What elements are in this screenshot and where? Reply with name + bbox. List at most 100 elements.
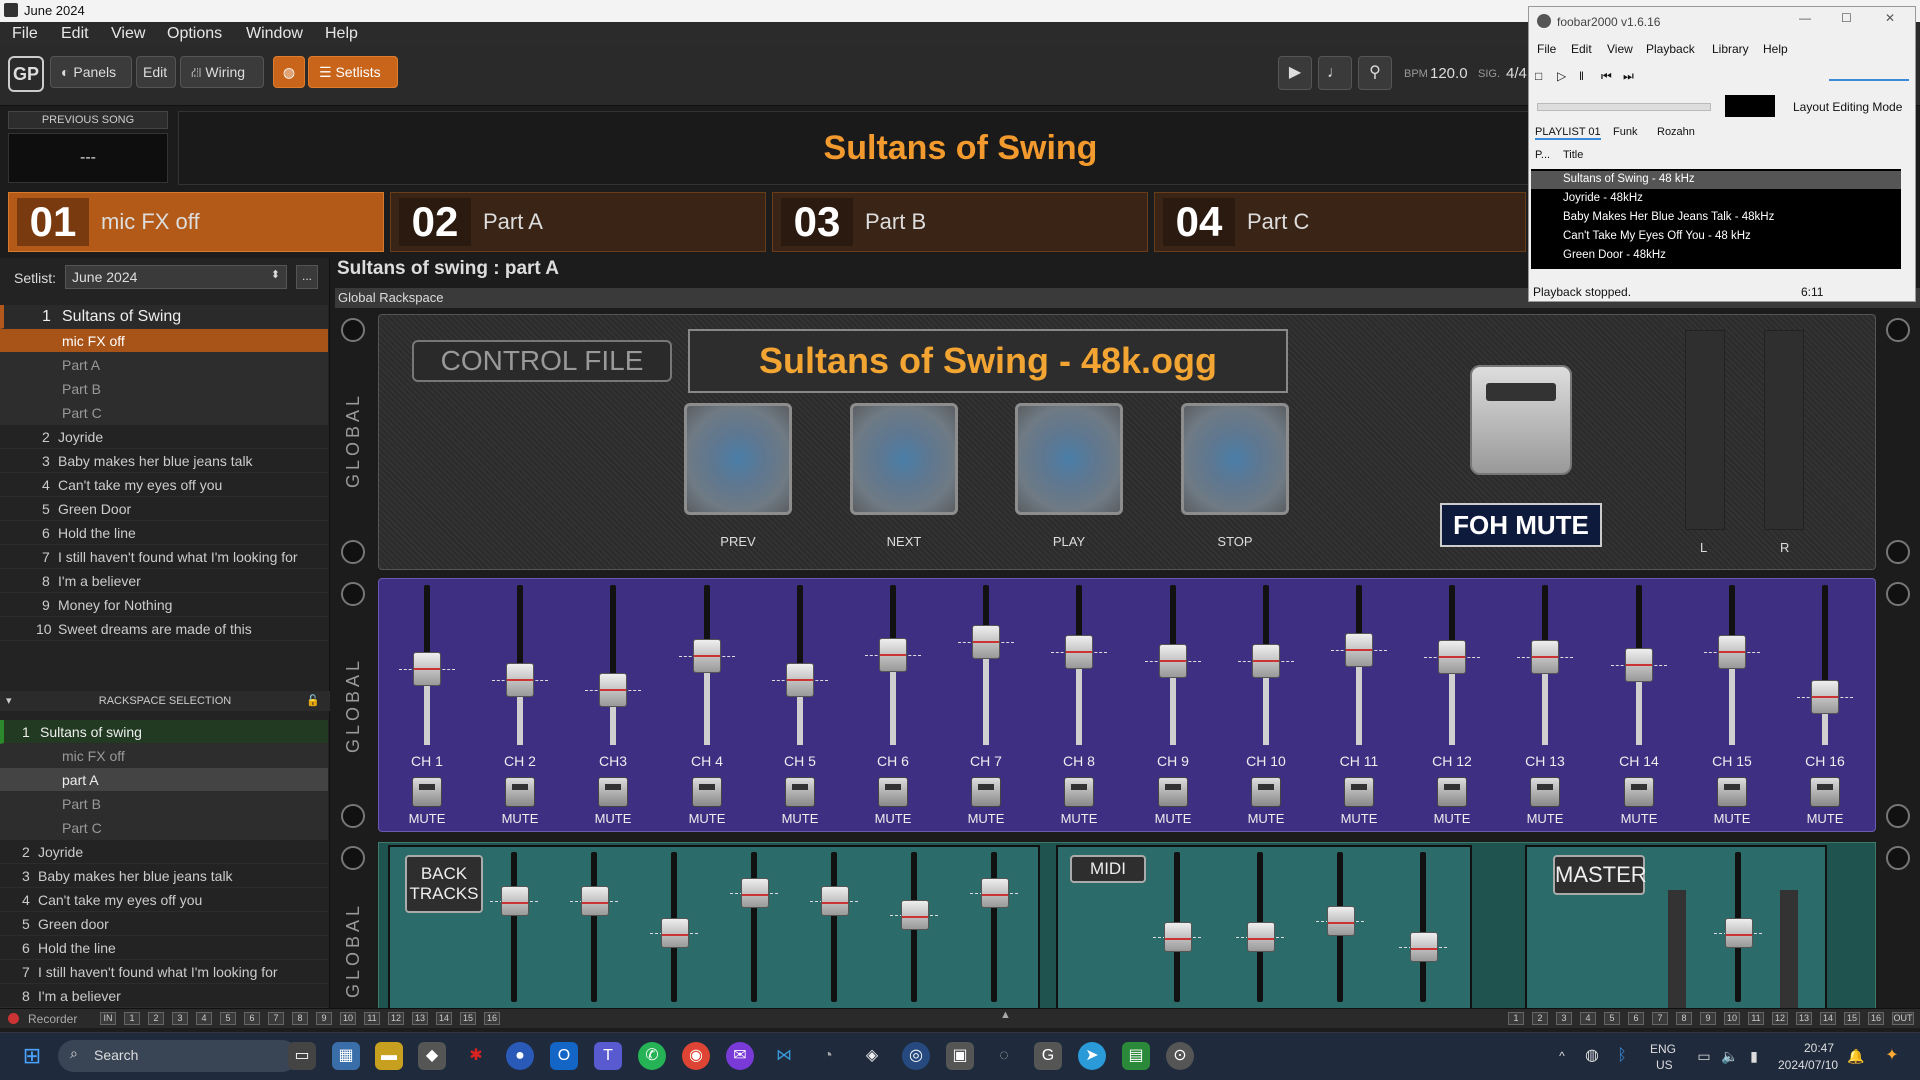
taskbar-search[interactable]: ⌕ Search <box>58 1040 298 1072</box>
fader-knob[interactable] <box>1625 648 1653 682</box>
app-icon[interactable]: ▣ <box>946 1042 974 1070</box>
clock-date[interactable]: 2024/07/10 <box>1778 1058 1838 1072</box>
menu-view[interactable]: View <box>111 25 145 43</box>
messenger-icon[interactable]: ✉ <box>726 1042 754 1070</box>
fader-knob[interactable] <box>506 663 534 697</box>
recorder-channel-box[interactable]: 7 <box>268 1012 284 1025</box>
volume-slider[interactable] <box>1829 71 1909 81</box>
mute-button[interactable] <box>505 777 535 807</box>
recorder-channel-box[interactable]: 12 <box>388 1012 404 1025</box>
fader-knob[interactable] <box>693 639 721 673</box>
notification-icon[interactable]: 🔔 <box>1842 1042 1870 1070</box>
app-icon[interactable]: ◌ <box>990 1042 1018 1070</box>
fader-knob[interactable] <box>581 886 609 916</box>
lock-icon[interactable]: 🔓 <box>306 691 320 711</box>
recorder-channel-box[interactable]: 15 <box>460 1012 476 1025</box>
mute-button[interactable] <box>1530 777 1560 807</box>
fader-knob[interactable] <box>1718 635 1746 669</box>
previous-song-box[interactable]: --- <box>8 133 168 183</box>
rackspace-item-6[interactable]: 6 Hold the line <box>0 936 328 960</box>
part-tile-3[interactable]: 03 Part B <box>772 192 1148 252</box>
foobar-tab-funk[interactable]: Funk <box>1613 126 1637 138</box>
fader-knob[interactable] <box>501 886 529 916</box>
setlist-song-8[interactable]: 8 I'm a believer <box>0 569 328 593</box>
play-pad[interactable] <box>1015 403 1123 515</box>
recorder-channel-box[interactable]: 11 <box>1748 1012 1764 1025</box>
minimize-icon[interactable]: — <box>1799 11 1811 25</box>
recorder-channel-box[interactable]: 9 <box>316 1012 332 1025</box>
whatsapp-icon[interactable]: ✆ <box>638 1042 666 1070</box>
copilot-icon[interactable]: ✦ <box>1878 1042 1906 1070</box>
foobar-menu-library[interactable]: Library <box>1712 42 1749 56</box>
fader-knob[interactable] <box>786 663 814 697</box>
teams-icon[interactable]: T <box>594 1042 622 1070</box>
rackspace-item-7[interactable]: 7I still haven't found what I'm looking … <box>0 960 328 984</box>
recorder-channel-box[interactable]: 14 <box>1820 1012 1836 1025</box>
chrome-icon[interactable]: ◉ <box>682 1042 710 1070</box>
panels-button[interactable]: ◐ Panels <box>50 56 132 88</box>
recorder-channel-box[interactable]: 2 <box>148 1012 164 1025</box>
tuner-button[interactable]: ⚲ <box>1358 56 1392 90</box>
mute-button[interactable] <box>971 777 1001 807</box>
setlist-part-item[interactable]: Part C <box>0 401 328 425</box>
column-header-p[interactable]: P... <box>1535 149 1550 161</box>
foobar-menu-help[interactable]: Help <box>1763 42 1788 56</box>
collapse-icon[interactable]: ▾ <box>6 691 12 711</box>
mute-button[interactable] <box>1158 777 1188 807</box>
recorder-channel-box[interactable]: 16 <box>1868 1012 1884 1025</box>
seek-bar[interactable] <box>1537 103 1711 111</box>
mute-button[interactable] <box>1437 777 1467 807</box>
app-icon[interactable]: ◆ <box>418 1042 446 1070</box>
fader-knob[interactable] <box>1252 644 1280 678</box>
fader-knob[interactable] <box>1159 644 1187 678</box>
setlist-song-5[interactable]: 5 Green Door <box>0 497 328 521</box>
setlist-song-4[interactable]: 4 Can't take my eyes off you <box>0 473 328 497</box>
recorder-channel-box[interactable]: 1 <box>124 1012 140 1025</box>
network-icon[interactable]: ▭ <box>1690 1042 1718 1070</box>
foobar-menu-playback[interactable]: Playback <box>1646 42 1695 56</box>
setlist-song-7[interactable]: 7I still haven't found what I'm looking … <box>0 545 328 569</box>
recorder-channel-box[interactable]: 5 <box>220 1012 236 1025</box>
setlist-song-10[interactable]: 10 Sweet dreams are made of this <box>0 617 328 641</box>
recorder-channel-box[interactable]: 4 <box>1580 1012 1596 1025</box>
recorder-channel-box[interactable]: 13 <box>412 1012 428 1025</box>
recorder-channel-box[interactable]: 8 <box>292 1012 308 1025</box>
close-icon[interactable]: ✕ <box>1885 11 1895 25</box>
rackspace-variation-item[interactable]: part A <box>0 768 328 792</box>
rackspace-variation-item[interactable]: mic FX off <box>0 744 328 768</box>
setlist-more-button[interactable]: ... <box>296 265 318 289</box>
clock-time[interactable]: 20:47 <box>1804 1041 1834 1055</box>
recorder-out-box[interactable]: OUT <box>1892 1012 1914 1025</box>
fader-knob[interactable] <box>413 652 441 686</box>
chevron-up-icon[interactable]: ^ <box>1548 1042 1576 1070</box>
fader-knob[interactable] <box>1065 635 1093 669</box>
recorder-channel-box[interactable]: 3 <box>172 1012 188 1025</box>
recorder-channel-box[interactable]: 10 <box>340 1012 356 1025</box>
tray-icon[interactable]: ◍ <box>1578 1042 1606 1070</box>
setlist-part-item[interactable]: mic FX off <box>0 329 328 353</box>
fader-knob[interactable] <box>821 886 849 916</box>
mute-button[interactable] <box>412 777 442 807</box>
rackspace-item-4[interactable]: 4 Can't take my eyes off you <box>0 888 328 912</box>
file-explorer-icon[interactable]: ▬ <box>375 1042 403 1070</box>
play-icon[interactable]: ▷ <box>1557 69 1566 83</box>
task-view-icon[interactable]: ▭ <box>288 1042 316 1070</box>
recorder-channel-box[interactable]: 7 <box>1652 1012 1668 1025</box>
fader-knob[interactable] <box>661 918 689 948</box>
setlist-part-item[interactable]: Part B <box>0 377 328 401</box>
rackspace-variation-item[interactable]: Part B <box>0 792 328 816</box>
playlist-row[interactable]: Can't Take My Eyes Off You - 48 kHz <box>1563 230 1751 242</box>
record-icon[interactable] <box>8 1013 19 1024</box>
recorder-channel-box[interactable]: 12 <box>1772 1012 1788 1025</box>
fader-knob[interactable] <box>1327 906 1355 936</box>
recorder-channel-box[interactable]: 8 <box>1676 1012 1692 1025</box>
recorder-channel-box[interactable]: 5 <box>1604 1012 1620 1025</box>
setlist-part-item[interactable]: Part A <box>0 353 328 377</box>
gig-performer-taskbar-icon[interactable]: G <box>1034 1042 1062 1070</box>
rackspace-item-3[interactable]: 3 Baby makes her blue jeans talk <box>0 864 328 888</box>
foobar-menu-edit[interactable]: Edit <box>1571 42 1592 56</box>
fader-knob[interactable] <box>741 878 769 908</box>
mute-button[interactable] <box>1717 777 1747 807</box>
setlist-select[interactable]: June 2024 ⬍ <box>65 265 287 289</box>
foobar-menu-file[interactable]: File <box>1537 42 1556 56</box>
